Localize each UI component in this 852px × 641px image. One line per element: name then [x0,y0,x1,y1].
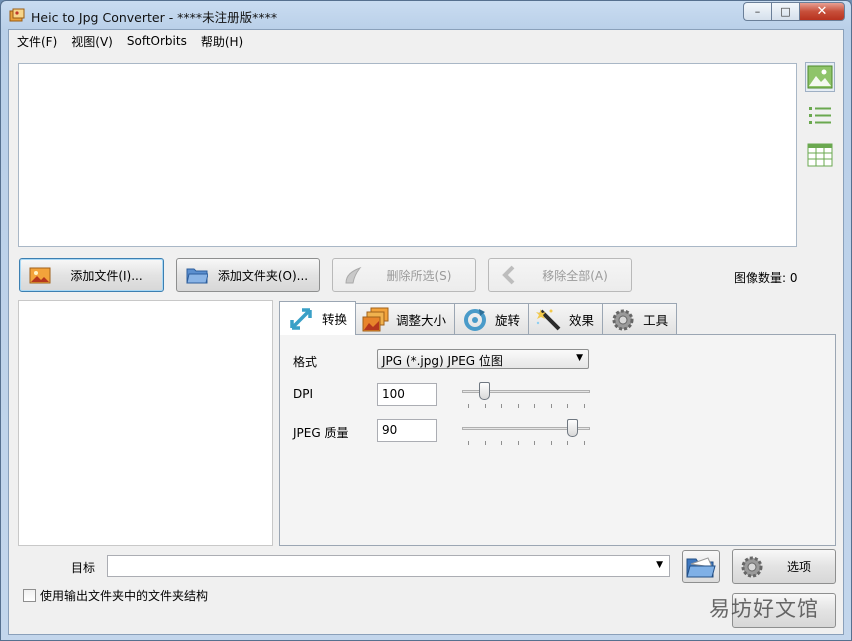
format-label: 格式 [293,355,318,369]
settings-tabs: 转换 调整大小 旋转 效果 工具 [279,301,678,335]
image-view-button[interactable] [805,62,835,92]
format-select-value: JPG (*.jpg) JPEG 位图 [382,354,503,368]
tab-resize[interactable]: 调整大小 [355,303,456,335]
window-controls: – □ ✕ [743,2,845,21]
maximize-button[interactable]: □ [771,2,799,21]
slider-tick [468,404,469,408]
grid-view-icon [807,143,833,167]
slider-tick [534,404,536,408]
keep-structure-label: 使用输出文件夹中的文件夹结构 [40,589,209,603]
close-icon: ✕ [816,4,828,19]
slider-tick [567,441,569,445]
tab-rotate[interactable]: 旋转 [454,303,530,335]
add-files-button[interactable]: 添加文件(I)... [19,258,164,292]
jpeg-quality-slider[interactable] [462,419,590,447]
slider-tick [550,441,552,445]
slider-tick [584,441,585,445]
app-icon [9,8,25,22]
resize-images-icon [362,307,389,331]
jpeg-quality-label: JPEG 质量 [293,426,349,440]
dpi-input[interactable]: 100 [377,383,437,406]
magic-wand-icon [536,308,561,330]
tab-effects-label: 效果 [569,313,595,328]
dpi-slider[interactable] [462,382,590,410]
tab-resize-label: 调整大小 [396,313,447,328]
remove-all-button[interactable]: 移除全部(A) [488,258,632,292]
list-view-icon [809,107,831,124]
tab-tools[interactable]: 工具 [602,303,678,335]
slider-tick [501,404,503,408]
dpi-label: DPI [293,387,314,401]
grid-view-button[interactable] [805,140,835,170]
add-folder-button[interactable]: 添加文件夹(O)... [176,258,320,292]
client-area: 文件(F) 视图(V) SoftOrbits 帮助(H) 添加文件(I)... … [8,29,844,635]
remove-selected-label: 删除所选(S) [386,268,452,283]
target-folder-combo[interactable]: ▼ [107,555,670,577]
tab-convert[interactable]: 转换 [279,301,357,335]
dpi-slider-thumb[interactable] [479,382,491,400]
watermark-text: 易坊好文馆 [709,597,819,621]
chevron-down-icon: ▼ [576,353,583,363]
browse-folder-button[interactable] [682,550,720,583]
tab-effects[interactable]: 效果 [528,303,604,335]
menu-bar: 文件(F) 视图(V) SoftOrbits 帮助(H) [9,30,843,52]
quality-slider-ticks [462,441,590,445]
menu-help[interactable]: 帮助(H) [194,33,250,50]
list-view-button[interactable] [805,101,835,131]
tab-convert-label: 转换 [322,312,348,327]
minimize-button[interactable]: – [743,2,771,21]
target-label: 目标 [71,561,96,575]
keep-structure-checkbox[interactable] [23,589,36,602]
preview-panel [18,300,273,546]
dpi-slider-ticks [462,404,590,408]
add-folder-label: 添加文件夹(O)... [217,268,309,283]
slider-tick [550,404,552,408]
menu-view[interactable]: 视图(V) [64,33,120,50]
gear-icon [612,309,634,330]
file-list-area[interactable] [18,63,797,247]
slider-tick [517,441,519,445]
minimize-icon: – [754,5,761,18]
options-label: 选项 [786,560,811,574]
slider-tick [567,404,569,408]
slider-tick [517,404,519,408]
tab-rotate-label: 旋转 [495,313,521,328]
jpeg-quality-input[interactable]: 90 [377,419,437,442]
image-count: 图像数量: 0 [734,271,798,285]
slider-tick [468,441,469,445]
view-mode-switcher [805,62,837,179]
tab-tools-label: 工具 [643,313,669,328]
menu-softorbits[interactable]: SoftOrbits [120,34,194,48]
slider-tick [484,404,486,408]
slider-tick [501,441,503,445]
app-window: Heic to Jpg Converter - ****未注册版**** – □… [0,0,852,641]
remove-all-label: 移除全部(A) [542,268,608,283]
menu-file[interactable]: 文件(F) [9,33,64,50]
slider-tick [534,441,536,445]
rotate-icon [464,308,487,331]
slider-tick [584,404,585,408]
format-select[interactable]: JPG (*.jpg) JPEG 位图 ▼ [377,349,589,369]
maximize-icon: □ [780,5,791,18]
close-button[interactable]: ✕ [799,2,845,21]
convert-settings-panel: 格式 JPG (*.jpg) JPEG 位图 ▼ DPI 100 JPEG 质量… [279,334,836,546]
remove-selected-button[interactable]: 删除所选(S) [332,258,476,292]
slider-tick [484,441,486,445]
quality-slider-thumb[interactable] [567,419,579,437]
convert-arrows-icon [290,307,312,330]
title-bar[interactable]: Heic to Jpg Converter - ****未注册版**** – □… [1,1,851,29]
add-files-label: 添加文件(I)... [70,268,143,283]
open-folder-icon [686,556,716,577]
keep-structure-option[interactable]: 使用输出文件夹中的文件夹结构 [23,587,208,604]
image-view-icon [807,65,833,89]
window-title: Heic to Jpg Converter - ****未注册版**** [31,10,278,25]
options-button[interactable]: 选项 [732,549,836,584]
chevron-down-icon: ▼ [656,560,663,570]
